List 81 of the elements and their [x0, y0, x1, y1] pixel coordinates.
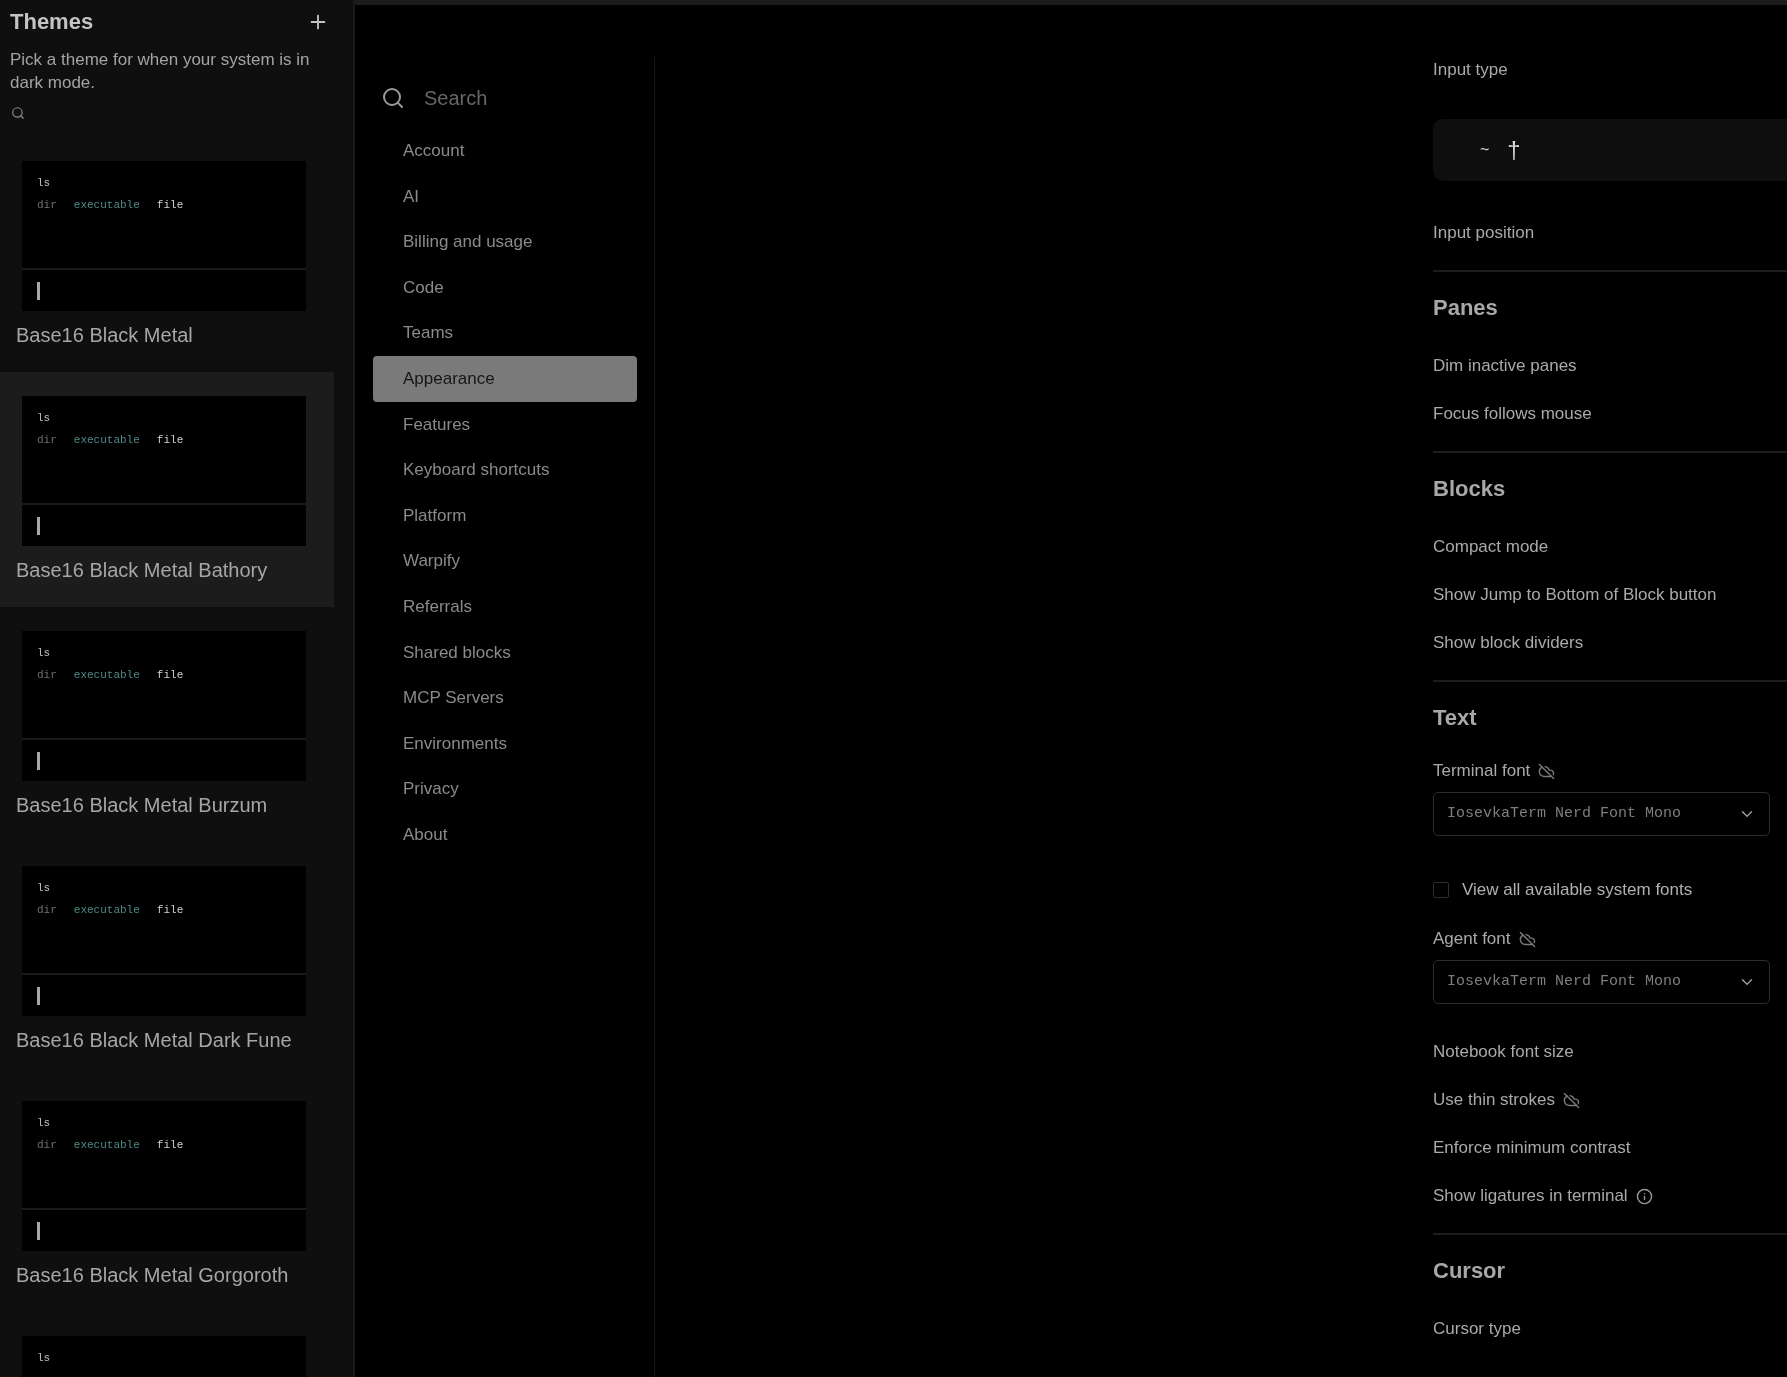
output-text: dir — [37, 1138, 57, 1153]
font-dropdown[interactable]: IosevkaTerm Nerd Font Mono — [1433, 792, 1770, 836]
panel-title: Themes — [10, 8, 94, 36]
theme-name: Base16 Black Metal — [16, 323, 194, 348]
theme-name: Base16 Black Metal Gorgoroth — [16, 1263, 290, 1288]
section-heading: Panes — [1433, 293, 1498, 322]
setting-label: Input position — [1433, 222, 1535, 245]
nav-item[interactable]: Shared blocks — [373, 629, 637, 676]
nav-item[interactable]: Privacy — [373, 766, 637, 812]
command-text: ls — [37, 1116, 52, 1131]
output-text: dir — [37, 903, 57, 918]
nav-item[interactable]: Referrals — [373, 583, 637, 630]
checkbox-label: View all available system fonts — [1462, 879, 1693, 902]
cursor-icon — [37, 751, 40, 770]
section-heading: Cursor — [1433, 1256, 1506, 1285]
nav-item[interactable]: Warpify — [373, 538, 637, 584]
setting-label: Input type — [1433, 59, 1508, 82]
setting-label: Use thin strokes — [1433, 1089, 1555, 1112]
nav-item[interactable]: Platform — [373, 492, 637, 539]
output-text: executable — [73, 903, 140, 918]
setting-label: Notebook font size — [1433, 1041, 1574, 1064]
setting-label: Focus follows mouse — [1433, 403, 1592, 426]
setting-label: Cursor type — [1433, 1318, 1521, 1341]
section-heading: Text — [1433, 703, 1477, 732]
field-label: Agent font — [1433, 928, 1511, 951]
cursor-icon — [37, 516, 40, 535]
setting-label: Show ligatures in terminal — [1433, 1185, 1628, 1208]
field-label: Terminal font — [1433, 760, 1531, 783]
font-dropdown[interactable]: IosevkaTerm Nerd Font Mono — [1433, 960, 1770, 1004]
prompt-glyph: ~ — [1480, 140, 1490, 160]
prompt-glyph: † — [1507, 135, 1521, 165]
output-text: dir — [37, 433, 57, 448]
setting-label: Dim inactive panes — [1433, 355, 1577, 378]
info-icon[interactable] — [1635, 1187, 1653, 1205]
command-text: ls — [37, 881, 52, 896]
output-text: file — [156, 903, 184, 918]
output-text: file — [156, 668, 184, 683]
setting-label: Show block dividers — [1433, 632, 1584, 655]
output-text: file — [156, 433, 184, 448]
search-field[interactable]: Search — [424, 82, 604, 113]
dropdown-value: IosevkaTerm Nerd Font Mono — [1447, 971, 1682, 992]
command-text: ls — [37, 646, 52, 661]
section-heading: Blocks — [1433, 474, 1506, 503]
nav-item[interactable]: Teams — [373, 310, 637, 356]
panel-description: Pick a theme for when your system is in dark mode. — [10, 49, 311, 94]
cursor-icon — [37, 986, 40, 1005]
theme-name: Base16 Black Metal Dark Fune — [16, 1028, 293, 1053]
output-text: executable — [73, 1138, 140, 1153]
output-text: file — [156, 198, 184, 213]
command-text: ls — [37, 411, 52, 426]
input-type-preview[interactable]: ~ † — [1433, 119, 1787, 181]
theme-card[interactable]: ls dir executable file Base16 Black Metal Bathory — [0, 372, 334, 607]
nav-item[interactable]: MCP Servers — [373, 675, 637, 721]
nav-item[interactable]: Keyboard shortcuts — [373, 447, 637, 493]
output-text: executable — [73, 433, 140, 448]
cursor-icon — [37, 1221, 40, 1240]
checkbox[interactable] — [1433, 882, 1449, 898]
nav-item[interactable]: Appearance — [373, 355, 637, 402]
nav-item[interactable]: Billing and usage — [373, 219, 637, 265]
nav-item[interactable]: Features — [373, 401, 637, 448]
theme-name: Base16 Black Metal Burzum — [16, 793, 269, 818]
theme-name: Base16 Black Metal Bathory — [16, 558, 269, 583]
output-text: dir — [37, 668, 57, 683]
output-text: file — [156, 1138, 184, 1153]
setting-label: Compact mode — [1433, 536, 1549, 559]
setting-label: Enforce minimum contrast — [1433, 1137, 1631, 1160]
nav-item[interactable]: AI — [373, 173, 637, 220]
nav-item[interactable]: Code — [373, 264, 637, 311]
command-text: ls — [37, 176, 52, 191]
setting-label: Show Jump to Bottom of Block button — [1433, 584, 1717, 607]
output-text: executable — [73, 668, 140, 683]
search-icon — [381, 85, 405, 110]
output-text: executable — [73, 198, 140, 213]
output-text: dir — [37, 198, 57, 213]
command-text: ls — [37, 1351, 52, 1366]
cursor-icon — [37, 281, 40, 300]
nav-item[interactable]: About — [373, 811, 637, 858]
nav-item[interactable]: Environments — [373, 720, 637, 767]
nav-item[interactable]: Account — [373, 128, 637, 174]
search-icon[interactable] — [11, 106, 25, 120]
dropdown-value: IosevkaTerm Nerd Font Mono — [1447, 803, 1682, 824]
